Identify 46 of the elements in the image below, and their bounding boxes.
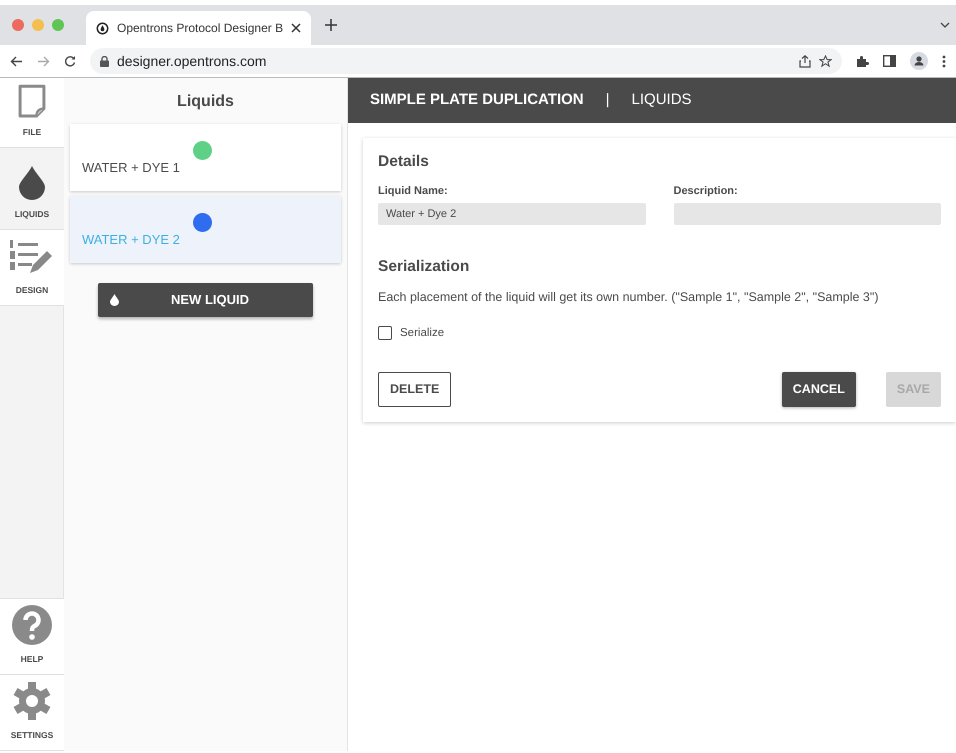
nav-item[interactable]: LIQUIDS	[0, 148, 64, 230]
nav-item[interactable]: FILE	[0, 78, 64, 148]
title-separator: |	[606, 90, 610, 110]
profile-icon[interactable]	[910, 52, 928, 70]
minimize-window-dot[interactable]	[32, 19, 44, 31]
protocol-title: SIMPLE PLATE DUPLICATION	[370, 90, 584, 110]
section-title: Details	[378, 152, 430, 172]
field-label: Description:	[674, 184, 739, 200]
lock-icon	[100, 56, 109, 66]
favicon-icon	[96, 22, 109, 34]
side-panel-icon[interactable]	[883, 55, 896, 67]
droplet-icon	[19, 166, 45, 200]
close-window-dot[interactable]	[12, 19, 24, 31]
input-field[interactable]: Water + Dye 2	[378, 202, 646, 225]
input-field[interactable]	[674, 202, 941, 225]
back-arrow-icon[interactable]	[10, 56, 23, 66]
close-icon[interactable]	[291, 23, 301, 33]
new-tab-icon[interactable]	[325, 19, 337, 31]
star-icon[interactable]	[819, 54, 832, 68]
browser-tab[interactable]: Opentrons Protocol Designer B	[86, 11, 311, 45]
maximize-window-dot[interactable]	[52, 19, 64, 31]
more-options-icon[interactable]	[942, 54, 946, 68]
gear-icon	[12, 681, 52, 722]
section-title: Serialization	[378, 256, 470, 277]
nav-item[interactable]: HELP	[0, 599, 64, 675]
nav-item[interactable]: SETTINGS	[0, 675, 64, 751]
checkbox-label: Serialize	[400, 326, 444, 341]
tab-title: Opentrons Protocol Designer B	[117, 20, 283, 37]
page-title: LIQUIDS	[632, 90, 692, 110]
nav-item[interactable]: DESIGN	[0, 230, 64, 306]
sidebar-title: Liquids	[176, 92, 235, 112]
url-text: designer.opentrons.com	[117, 52, 266, 71]
puzzle-icon[interactable]	[856, 54, 869, 68]
serialize-checkbox[interactable]	[378, 326, 392, 340]
droplet-icon	[110, 294, 119, 306]
field-label: Liquid Name:	[378, 184, 449, 200]
liquid-item[interactable]: WATER + DYE 1	[70, 124, 341, 191]
form-button[interactable]: CANCEL	[782, 372, 856, 407]
share-icon[interactable]	[799, 54, 811, 68]
serialization-description: Each placement of the liquid will get its own number. ("Sample 1", "Sample 2", "Sample 3")	[378, 289, 880, 306]
reload-icon[interactable]	[64, 55, 76, 67]
new-liquid-button[interactable]: NEW LIQUID	[98, 283, 313, 317]
address-bar[interactable]: designer.opentrons.com	[90, 48, 842, 74]
chevron-down-icon[interactable]	[940, 22, 950, 28]
help-icon	[12, 605, 52, 646]
form-button[interactable]: DELETE	[378, 372, 452, 407]
